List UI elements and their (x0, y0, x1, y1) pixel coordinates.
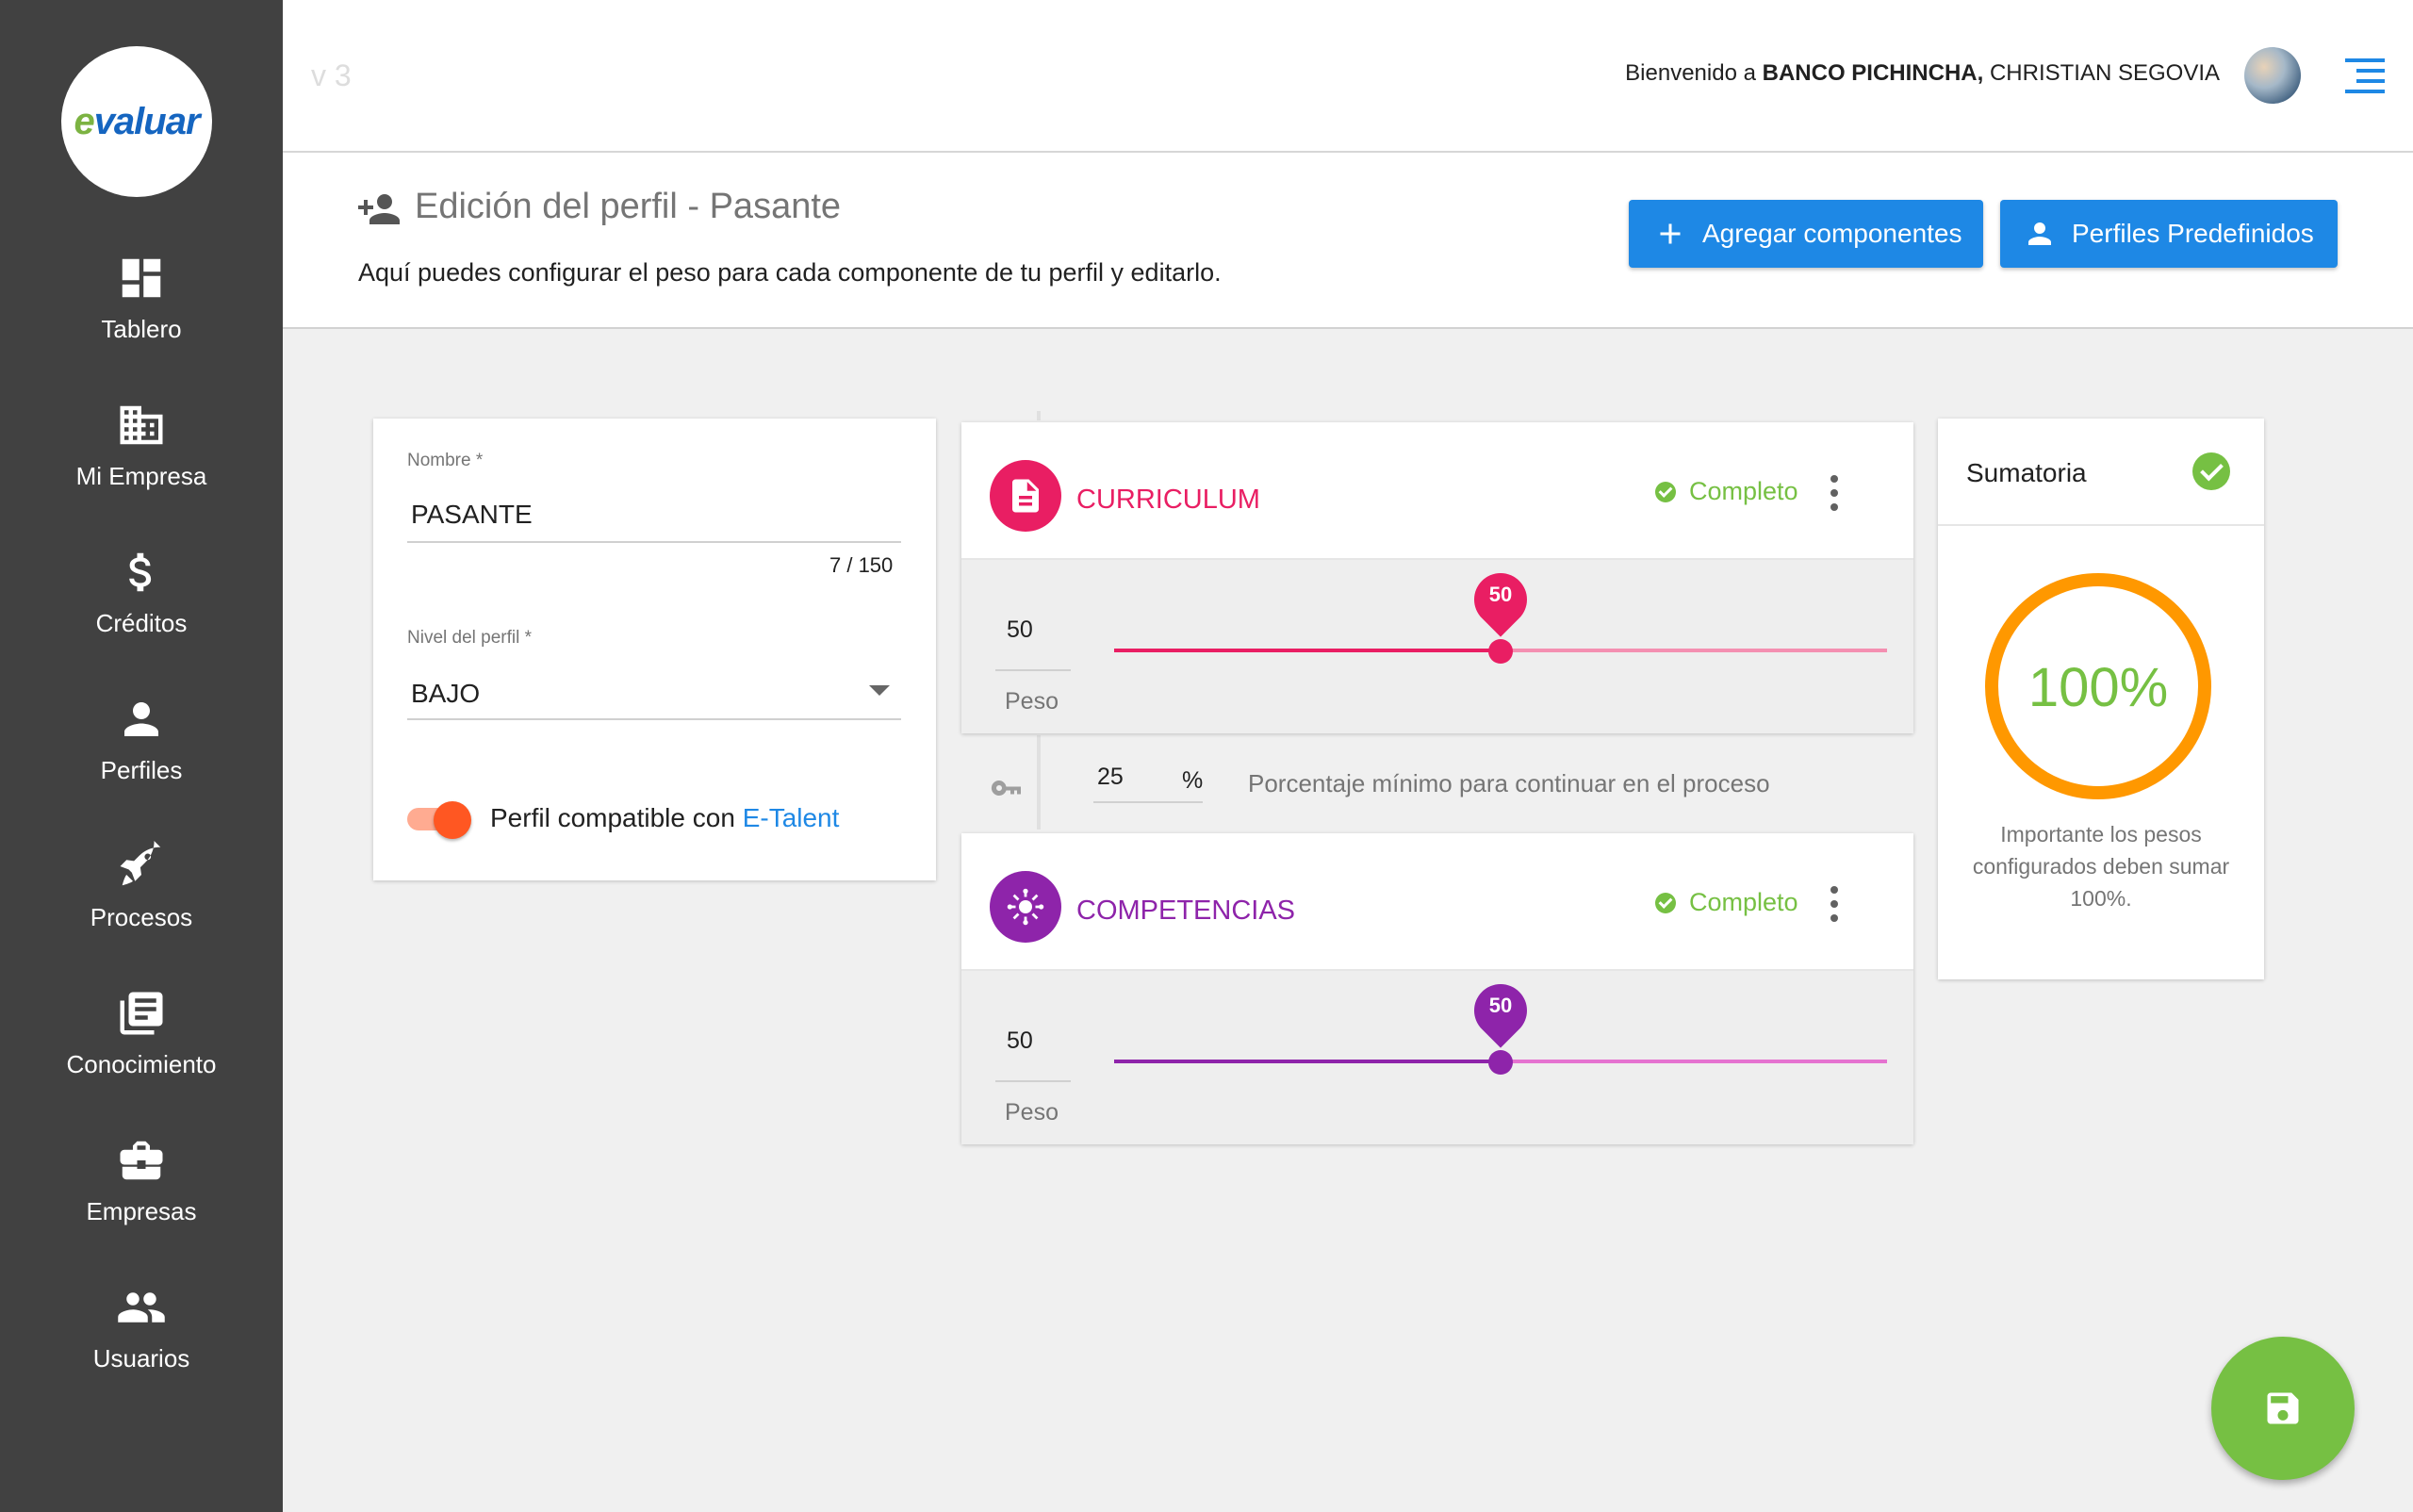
slider-thumb[interactable] (1488, 1050, 1513, 1075)
more-options-icon[interactable] (1829, 886, 1838, 924)
sidebar-item-mi-empresa[interactable]: Mi Empresa (0, 400, 283, 532)
evaluar-logo[interactable]: evaluar (61, 46, 212, 197)
dashboard-icon (116, 253, 167, 304)
sidebar-item-procesos[interactable]: Procesos (0, 841, 283, 973)
page-title: Edición del perfil - Pasante (415, 187, 842, 226)
welcome-text: Bienvenido a BANCO PICHINCHA, CHRISTIAN … (1625, 60, 2220, 87)
logo-text-e: e (74, 100, 94, 142)
check-circle-icon (1655, 481, 1676, 502)
etalent-toggle[interactable] (407, 801, 471, 839)
sidebar-item-label: Tablero (101, 315, 182, 343)
component-title: CURRICULUM (1076, 485, 1260, 515)
avatar[interactable] (2244, 47, 2301, 104)
min-percentage-label: Porcentaje mínimo para continuar en el p… (1248, 769, 1770, 797)
name-label: Nombre * (407, 451, 484, 470)
slider-value-label: 50 (1488, 583, 1513, 606)
plus-icon (1660, 223, 1681, 244)
add-components-button[interactable]: Agregar componentes (1629, 200, 1983, 268)
summary-card: Sumatoria 100% Importante los pesos conf… (1938, 419, 2264, 979)
level-underline (407, 718, 901, 720)
weight-input[interactable]: 50 (1007, 1027, 1033, 1055)
name-field[interactable]: PASANTE (411, 500, 533, 530)
sidebar-item-label: Perfiles (100, 756, 183, 784)
predefined-profiles-button[interactable]: Perfiles Predefinidos (2000, 200, 2338, 268)
key-icon (990, 779, 1022, 797)
version-label: v 3 (311, 58, 352, 92)
sidebar-item-perfiles[interactable]: Perfiles (0, 694, 283, 826)
logo-text-rest: valuar (93, 100, 201, 142)
sidebar-item-label: Créditos (95, 609, 188, 637)
logo-text: evaluar (74, 100, 201, 143)
status-badge: Completo (1655, 888, 1798, 917)
sidebar-item-conocimiento[interactable]: Conocimiento (0, 988, 283, 1120)
component-card-curriculum: CURRICULUM Completo 50 Peso 50 (961, 422, 1913, 733)
sidebar-item-empresas[interactable]: Empresas (0, 1135, 283, 1267)
status-badge: Completo (1655, 477, 1798, 506)
weight-label: Peso (1005, 1099, 1059, 1126)
component-card-competencias: COMPETENCIAS Completo 50 Peso 50 (961, 833, 1913, 1144)
summary-title: Sumatoria (1966, 458, 2087, 487)
sidebar-item-label: Empresas (86, 1197, 197, 1225)
slider-value-label: 50 (1488, 994, 1513, 1017)
save-button[interactable] (2211, 1337, 2355, 1480)
etalent-link[interactable]: E-Talent (743, 803, 840, 832)
min-percentage-input[interactable]: 25 (1097, 764, 1124, 791)
document-icon (990, 460, 1061, 532)
sidebar-item-label: Conocimiento (66, 1050, 217, 1078)
name-counter: 7 / 150 (829, 553, 894, 577)
check-circle-icon (1655, 892, 1676, 913)
more-options-icon[interactable] (1829, 475, 1838, 513)
dollar-icon (116, 547, 167, 598)
total-percent: 100% (2027, 657, 2169, 718)
user-name: CHRISTIAN SEGOVIA (1989, 60, 2220, 86)
percent-sign: % (1182, 767, 1204, 794)
predefined-profiles-label: Perfiles Predefinidos (2072, 219, 2314, 248)
sidebar-item-label: Mi Empresa (75, 462, 207, 490)
connector-line (1037, 735, 1041, 830)
briefcase-icon (116, 1135, 167, 1186)
toggle-text: Perfil compatible con (490, 803, 735, 832)
check-circle-icon (2192, 452, 2230, 490)
component-title: COMPETENCIAS (1076, 896, 1296, 926)
rocket-icon (116, 841, 167, 892)
slider-track-active (1114, 649, 1501, 652)
sidebar-item-label: Procesos (90, 903, 193, 931)
connector-line (1037, 411, 1041, 420)
sidebar-item-tablero[interactable]: Tablero (0, 253, 283, 385)
add-components-label: Agregar componentes (1702, 219, 1962, 248)
sidebar-item-usuarios[interactable]: Usuarios (0, 1282, 283, 1414)
person-icon (116, 694, 167, 745)
sidebar: evaluar Tablero Mi Empresa Créditos Perf… (0, 0, 283, 1512)
sidebar-item-creditos[interactable]: Créditos (0, 547, 283, 679)
building-icon (116, 400, 167, 451)
menu-icon[interactable] (2345, 58, 2385, 94)
add-person-icon (356, 190, 402, 228)
name-underline (407, 541, 901, 543)
etalent-toggle-label: Perfil compatible con E-Talent (490, 803, 839, 833)
welcome-prefix: Bienvenido a (1625, 60, 1756, 86)
slider-thumb[interactable] (1488, 639, 1513, 664)
library-icon (116, 988, 167, 1039)
dropdown-arrow-icon[interactable] (869, 685, 890, 696)
status-text: Completo (1689, 477, 1798, 505)
summary-note: Importante los pesos configurados deben … (1972, 822, 2230, 911)
level-label: Nivel del perfil * (407, 628, 532, 648)
competencies-icon (990, 871, 1061, 943)
slider-track-active (1114, 1060, 1501, 1063)
status-text: Completo (1689, 888, 1798, 916)
group-icon (116, 1282, 167, 1333)
level-select[interactable]: BAJO (411, 679, 480, 709)
company-name: BANCO PICHINCHA, (1762, 60, 1984, 86)
person-icon (2028, 222, 2051, 245)
weight-label: Peso (1005, 688, 1059, 715)
sidebar-item-label: Usuarios (92, 1344, 190, 1372)
save-icon (2267, 1392, 2299, 1424)
page-subtitle: Aquí puedes configurar el peso para cada… (358, 258, 1222, 287)
weight-input[interactable]: 50 (1007, 616, 1033, 644)
